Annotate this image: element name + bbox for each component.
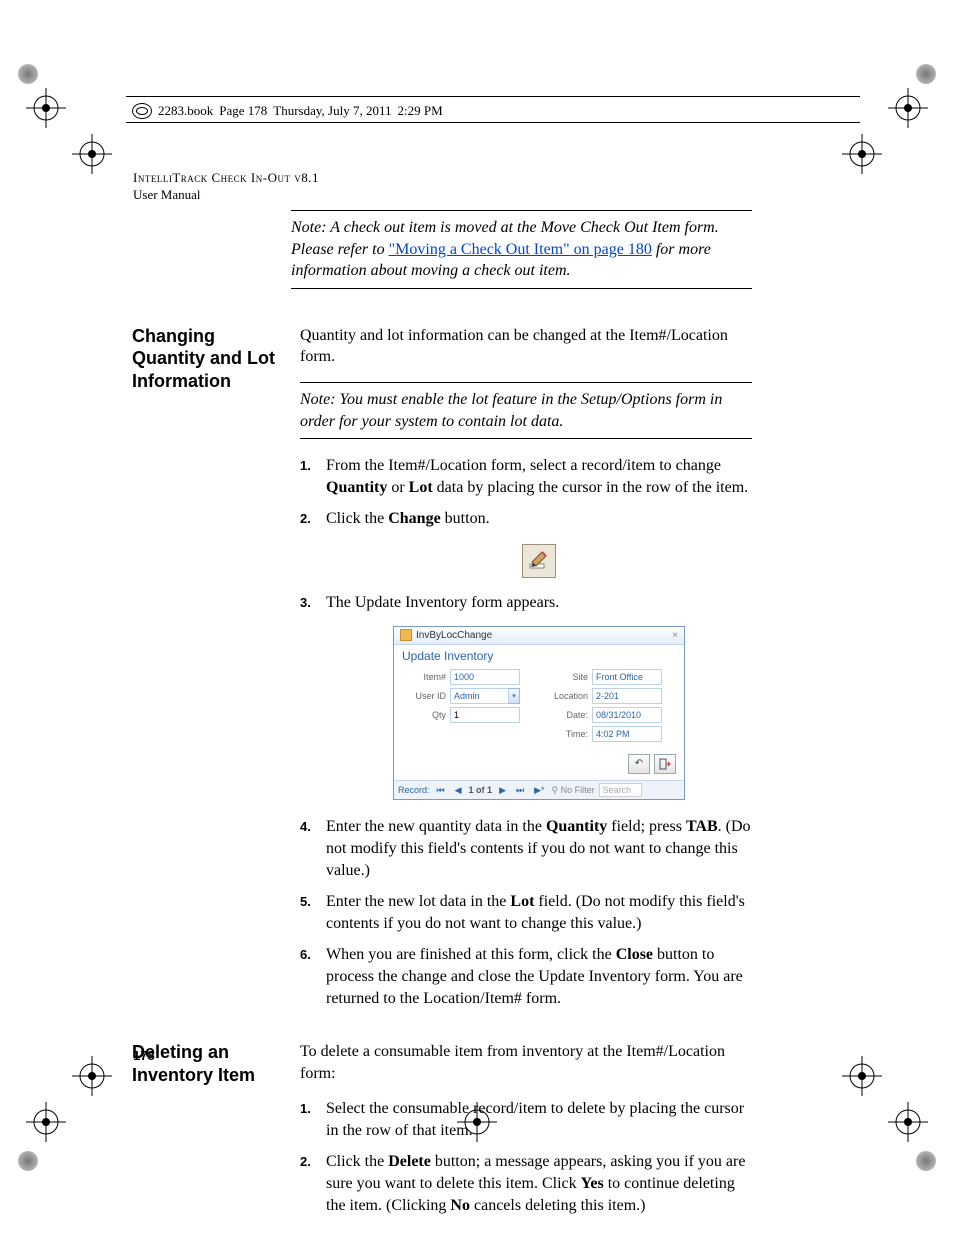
value-time[interactable]: 4:02 PM (592, 726, 662, 742)
note-lot-feature: Note: You must enable the lot feature in… (300, 382, 752, 439)
print-header: 2283.book Page 178 Thursday, July 7, 201… (132, 103, 856, 119)
registration-mark-br1 (888, 1102, 928, 1147)
value-location[interactable]: 2-201 (592, 688, 662, 704)
header-day: Thursday, July 7, 2011 (273, 103, 391, 119)
changing-intro: Quantity and lot information can be chan… (300, 325, 752, 368)
undo-button-icon[interactable]: ↶ (628, 754, 650, 774)
step-2: Click the Change button. (300, 508, 752, 578)
value-site[interactable]: Front Office (592, 669, 662, 685)
header-page: Page 178 (219, 103, 267, 119)
nav-new-icon[interactable]: ▶* (531, 784, 547, 796)
nav-next-icon[interactable]: ▶ (496, 784, 509, 796)
note-checkout: Note: A check out item is moved at the M… (291, 210, 752, 289)
step-6: When you are finished at this form, clic… (300, 944, 752, 1009)
registration-mark-tl2 (72, 134, 112, 179)
nav-last-icon[interactable]: ⏭ (513, 784, 527, 796)
note-label: Note: (291, 219, 327, 236)
book-oval-icon (132, 103, 152, 119)
change-button-icon-block (326, 544, 752, 578)
step-1: From the Item#/Location form, select a r… (300, 455, 752, 498)
form-icon (400, 629, 412, 641)
value-userid: Admin (450, 688, 509, 704)
label-location: Location (540, 690, 588, 702)
crop-dot (18, 1151, 38, 1171)
close-door-button-icon[interactable] (654, 754, 676, 774)
crop-dot (916, 1151, 936, 1171)
note-link-moving-checkout[interactable]: "Moving a Check Out Item" on page 180 (389, 241, 652, 258)
page-number: 178 (133, 1048, 155, 1063)
change-button-icon (522, 544, 556, 578)
update-inventory-form: InvByLocChange × Update Inventory Item# … (393, 626, 685, 801)
label-qty: Qty (402, 709, 446, 721)
nav-record-label: Record: (398, 784, 430, 796)
form-buttons: ↶ (394, 750, 684, 780)
page-content: Note: A check out item is moved at the M… (132, 210, 752, 1226)
registration-mark-tr2 (842, 134, 882, 179)
deleting-intro: To delete a consumable item from invento… (300, 1041, 752, 1084)
form-header: Update Inventory (394, 645, 684, 667)
product-title: IntelliTrack Check In-Out v8.1 (133, 170, 319, 187)
product-subtitle: User Manual (133, 187, 319, 204)
registration-mark-tr1 (888, 88, 928, 133)
label-item: Item# (402, 671, 446, 683)
step-3: The Update Inventory form appears. InvBy… (300, 592, 752, 800)
record-navigator: Record: ⏮ ◀ 1 of 1 ▶ ⏭ ▶* ⚲ No Filter Se… (394, 780, 684, 799)
step-5: Enter the new lot data in the Lot field.… (300, 891, 752, 934)
form-body: Item# 1000 Site Front Office User ID Adm… (394, 667, 684, 750)
registration-mark-tl1 (26, 88, 66, 133)
registration-mark-br2 (842, 1056, 882, 1101)
nav-first-icon[interactable]: ⏮ (434, 784, 448, 796)
heading-change-qty-lot: Changing Quantity and Lot Information (132, 325, 282, 393)
deleting-steps: Select the consumable record/item to del… (300, 1098, 752, 1216)
form-window-title: InvByLocChange (416, 629, 492, 643)
value-qty[interactable]: 1 (450, 707, 520, 723)
del-step-1: Select the consumable record/item to del… (300, 1098, 752, 1141)
changing-steps: From the Item#/Location form, select a r… (300, 455, 752, 1009)
label-time: Time: (540, 728, 588, 740)
form-titlebar: InvByLocChange × (394, 627, 684, 646)
value-date[interactable]: 08/31/2010 (592, 707, 662, 723)
crop-dot (916, 64, 936, 84)
value-item[interactable]: 1000 (450, 669, 520, 685)
nav-position: 1 of 1 (469, 784, 493, 796)
note-label: Note: (300, 391, 336, 408)
label-userid: User ID (402, 690, 446, 702)
header-time: 2:29 PM (397, 103, 442, 119)
value-userid-wrap[interactable]: Admin ▾ (450, 688, 520, 704)
nav-search[interactable]: Search (599, 783, 643, 797)
header-book: 2283.book (158, 103, 213, 119)
registration-mark-bl2 (72, 1056, 112, 1101)
header-top-rule (126, 96, 860, 98)
del-step-2: Click the Delete button; a message appea… (300, 1151, 752, 1216)
step-4: Enter the new quantity data in the Quant… (300, 816, 752, 881)
dropdown-icon[interactable]: ▾ (509, 688, 520, 704)
close-icon[interactable]: × (672, 629, 678, 643)
note-text: You must enable the lot feature in the S… (300, 391, 722, 430)
nav-prev-icon[interactable]: ◀ (452, 784, 465, 796)
nav-nofilter[interactable]: ⚲ No Filter (552, 784, 595, 796)
running-header: IntelliTrack Check In-Out v8.1 User Manu… (133, 170, 319, 204)
crop-dot (18, 64, 38, 84)
label-date: Date: (540, 709, 588, 721)
registration-mark-bl1 (26, 1102, 66, 1147)
header-bottom-rule (126, 122, 860, 124)
label-site: Site (540, 671, 588, 683)
